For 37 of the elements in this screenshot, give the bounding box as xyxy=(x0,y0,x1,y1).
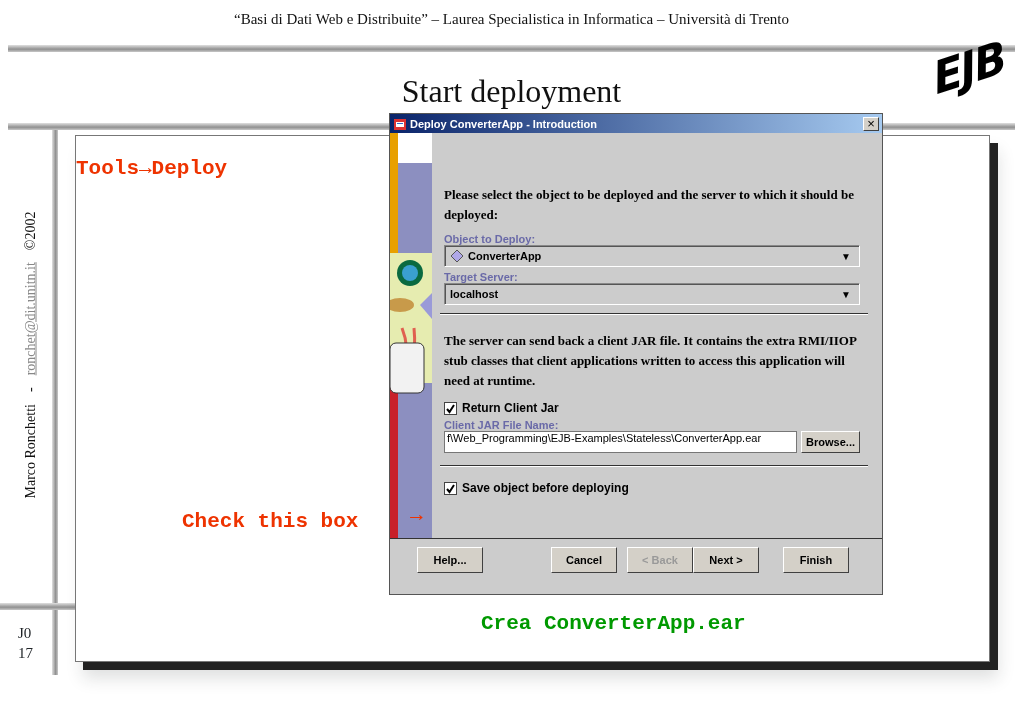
caret-icon: ▼ xyxy=(841,250,851,262)
dropdown-value: localhost xyxy=(450,288,499,300)
author-name: Marco Ronchetti xyxy=(21,404,39,499)
note-text: Crea ConverterApp.ear xyxy=(481,612,746,635)
server-dropdown[interactable]: localhost ▼ xyxy=(444,283,860,305)
browse-button[interactable]: Browse... xyxy=(801,431,860,453)
wizard-button[interactable]: Finish xyxy=(783,547,849,573)
checkbox[interactable] xyxy=(444,401,457,415)
field-label: Client JAR File Name: xyxy=(444,419,560,431)
separator-text: - xyxy=(21,387,39,392)
file-path-field[interactable]: f\Web_Programming\EJB-Examples\Stateless\ConverterApp.ear xyxy=(444,431,798,453)
diamond-icon xyxy=(450,249,464,263)
object-dropdown[interactable]: ConverterApp ▼ xyxy=(444,245,860,267)
field-label: Object to Deploy: xyxy=(444,233,537,245)
field-label: Target Server: xyxy=(444,271,519,283)
close-button[interactable]: × xyxy=(863,116,879,131)
window-title: Deploy ConverterApp - Introduction xyxy=(410,117,597,130)
note-text: Tools→Deploy xyxy=(76,157,228,180)
caret-icon: ▼ xyxy=(841,288,851,300)
course-title: “Basi di Dati Web e Distribuite” – Laurea Specialistica in Informatica – Università di Trento xyxy=(232,10,790,29)
dropdown-value: ConverterApp xyxy=(468,250,542,262)
wizard-button[interactable]: Help... xyxy=(417,547,483,573)
copyright-text: ©2002 xyxy=(21,211,39,251)
pointer-arrow: → xyxy=(410,504,423,527)
checkbox-label: Return Client Jar xyxy=(462,401,559,415)
wizard-button[interactable]: Next > xyxy=(693,547,759,573)
logo-text: EJB xyxy=(929,30,1009,105)
instruction-text: Please select the object to be deployed and the server to which it should be deployed: xyxy=(444,186,855,224)
page-number: 17 xyxy=(18,644,33,663)
checkbox[interactable] xyxy=(444,481,457,495)
note-text: Check this box xyxy=(182,510,359,533)
wizard-button[interactable]: Cancel xyxy=(551,547,617,573)
app-icon xyxy=(393,116,407,131)
email-link[interactable]: ronchet@dit.unitn.it xyxy=(19,262,41,376)
slide-code: J0 xyxy=(18,624,33,643)
info-text: The server can send back a client JAR file. It contains the extra RMI/IIOP stub classes that client applications written to access this application will need at runtime. xyxy=(444,332,858,390)
checkbox-label: Save object before deploying xyxy=(462,481,629,495)
